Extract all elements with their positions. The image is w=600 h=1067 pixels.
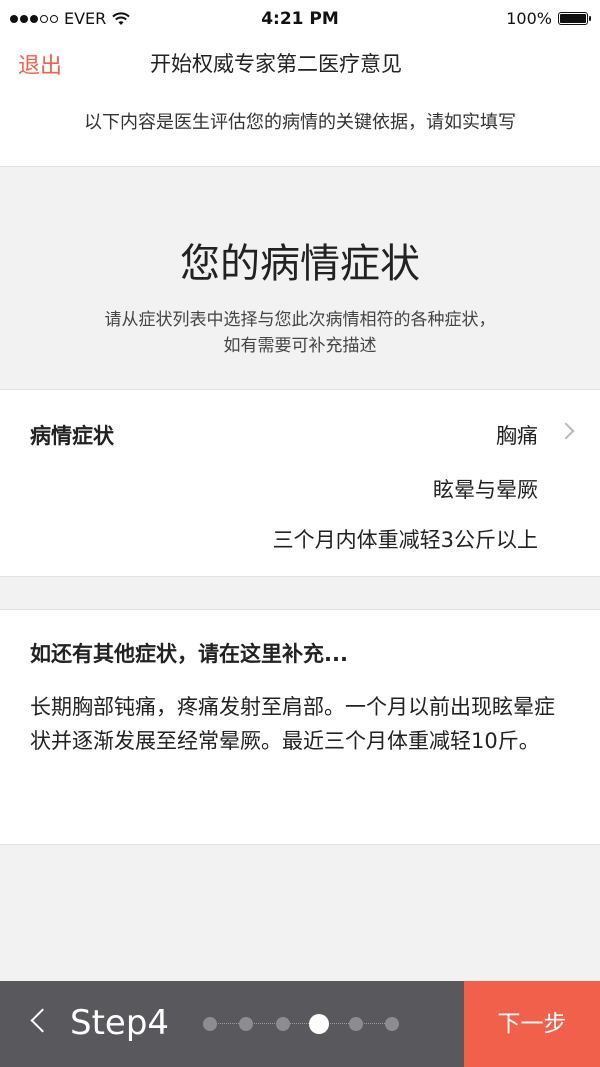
back-chevron-icon[interactable]	[30, 1008, 55, 1033]
bottom-bar: Step4 下一步	[0, 981, 600, 1067]
step-dot-active	[309, 1014, 330, 1034]
symptom-item: 胸痛	[496, 424, 538, 448]
extra-symptoms-card: 如还有其他症状，请在这里补充... 长期胸部钝痛，疼痛发射至肩部。一个月以前出现…	[0, 609, 600, 845]
battery-icon	[558, 12, 591, 25]
symptoms-card: 病情症状 胸痛 眩晕与晕厥 三个月内体重减轻3公斤以上	[0, 389, 600, 577]
section-title: 您的病情症状	[180, 241, 420, 287]
extra-symptoms-prompt: 如还有其他症状，请在这里补充...	[30, 642, 348, 666]
symptoms-label: 病情症状	[30, 424, 114, 448]
extra-symptoms-input[interactable]: 长期胸部钝痛，疼痛发射至肩部。一个月以前出现眩晕症状并逐渐发展至经常晕厥。最近三…	[30, 690, 574, 810]
step-dot	[348, 1017, 363, 1031]
status-bar: EVER 4:21 PM 100%	[0, 0, 600, 38]
step-dot	[239, 1017, 254, 1031]
exit-button[interactable]: 退出	[18, 48, 62, 80]
step-label: Step4	[70, 1003, 170, 1043]
symptom-item: 眩晕与晕厥	[433, 478, 538, 502]
step-dot	[385, 1017, 399, 1031]
battery-percent: 100%	[506, 9, 552, 28]
status-right: 100%	[506, 9, 591, 28]
section-description-line-2: 如有需要可补充描述	[223, 336, 377, 356]
instruction-text: 以下内容是医生评估您的病情的关键依据，请如实填写	[0, 86, 600, 167]
next-button[interactable]: 下一步	[464, 981, 600, 1067]
step-progress	[203, 1014, 399, 1034]
section-header: 您的病情症状 请从症状列表中选择与您此次病情相符的各种症状， 如有需要可补充描述	[0, 167, 600, 389]
step-dot	[203, 1017, 217, 1031]
symptom-item: 三个月内体重减轻3公斤以上	[272, 528, 538, 552]
section-description: 请从症状列表中选择与您此次病情相符的各种症状， 如有需要可补充描述	[40, 307, 560, 359]
nav-bar: 退出 开始权威专家第二医疗意见	[0, 38, 600, 86]
step-dot	[275, 1017, 290, 1031]
page-title: 开始权威专家第二医疗意见	[150, 52, 402, 76]
section-description-line-1: 请从症状列表中选择与您此次病情相符的各种症状，	[104, 310, 496, 330]
screen: EVER 4:21 PM 100% 退出 开始权威专家第二医疗意见 以下内容是医…	[0, 0, 600, 1067]
